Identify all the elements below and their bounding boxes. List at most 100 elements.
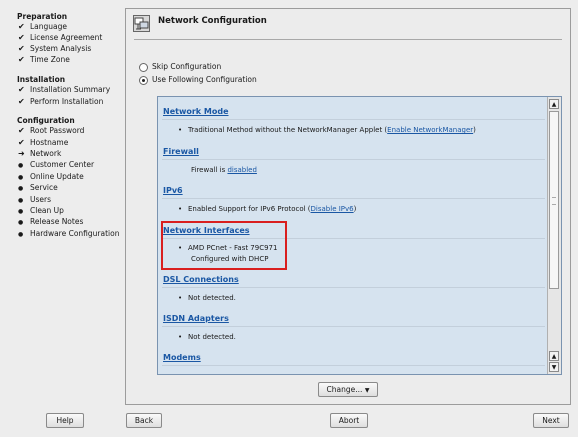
step-label: Release Notes — [30, 217, 84, 226]
use-following-configuration-label: Use Following Configuration — [152, 75, 257, 84]
scroll-down-icon[interactable]: ▼ — [549, 362, 559, 372]
step-label: Hostname — [30, 138, 69, 147]
step-perform-installation: ✔ Perform Installation — [18, 96, 103, 107]
scroll-up-icon[interactable]: ▲ — [549, 351, 559, 361]
back-button[interactable]: Back — [126, 413, 162, 428]
step-hardware-configuration: ● Hardware Configuration — [18, 228, 119, 239]
bullet-icon: ● — [18, 231, 24, 238]
step-label: Installation Summary — [30, 85, 111, 94]
step-label: Network — [30, 149, 62, 158]
paren-close: ) — [473, 126, 476, 134]
network-mode-heading[interactable]: Network Mode — [163, 107, 229, 116]
ipv6-item: • Enabled Support for IPv6 Protocol (Disa… — [178, 205, 356, 213]
radio-unselected-icon[interactable] — [139, 62, 148, 72]
step-customer-center: ● Customer Center — [18, 159, 94, 170]
enable-networkmanager-link[interactable]: Enable NetworkManager — [387, 126, 473, 134]
step-label: Online Update — [30, 172, 84, 181]
section-title-preparation: Preparation — [17, 12, 68, 21]
network-config-icon — [133, 15, 150, 32]
installation-steps-sidebar: Preparation ✔ Language ✔ License Agreement… — [0, 0, 122, 437]
step-label: Customer Center — [30, 160, 95, 169]
bullet-icon: • — [178, 333, 183, 341]
bullet-icon: • — [178, 126, 183, 134]
network-mode-text: Traditional Method without the NetworkMa… — [188, 126, 388, 134]
step-time-zone: ✔ Time Zone — [18, 54, 70, 65]
step-online-update: ● Online Update — [18, 171, 84, 182]
step-license-agreement: ✔ License Agreement — [18, 32, 102, 43]
step-label: Root Password — [30, 126, 85, 135]
check-icon: ✔ — [18, 126, 25, 135]
radio-selected-icon[interactable] — [139, 75, 148, 85]
step-users: ● Users — [18, 194, 51, 205]
step-installation-summary: ✔ Installation Summary — [18, 84, 110, 95]
section-divider — [162, 198, 545, 199]
step-hostname: ✔ Hostname — [18, 137, 68, 148]
section-divider — [162, 326, 545, 327]
dropdown-arrow-icon: ▼ — [364, 387, 370, 394]
change-button[interactable]: Change... ▼ — [318, 382, 378, 397]
bullet-icon: ● — [18, 185, 24, 192]
next-button[interactable]: Next — [533, 413, 569, 428]
step-label: Users — [30, 195, 52, 204]
scrollbar-thumb[interactable] — [549, 111, 559, 289]
page-title: Network Configuration — [158, 16, 267, 26]
header-divider — [134, 39, 562, 40]
check-icon: ✔ — [18, 44, 25, 53]
isdn-status: Not detected. — [188, 333, 236, 341]
skip-configuration-radio[interactable]: Skip Configuration — [139, 61, 221, 73]
paren-close: ) — [353, 205, 357, 213]
step-network: ➜ Network — [18, 148, 61, 159]
modems-heading[interactable]: Modems — [163, 353, 201, 362]
step-label: System Analysis — [30, 44, 92, 53]
bullet-icon: • — [178, 294, 183, 302]
skip-configuration-label: Skip Configuration — [152, 62, 222, 71]
step-label: Perform Installation — [30, 97, 104, 106]
disable-ipv6-link[interactable]: Disable IPv6 — [311, 205, 354, 213]
section-divider — [162, 287, 545, 288]
check-icon: ✔ — [18, 85, 25, 94]
step-language: ✔ Language — [18, 21, 67, 32]
check-icon: ✔ — [18, 22, 25, 31]
bullet-icon: • — [178, 205, 183, 213]
firewall-disabled-link[interactable]: disabled — [227, 166, 256, 174]
dsl-item: • Not detected. — [178, 294, 236, 302]
section-title-installation: Installation — [17, 75, 66, 84]
scroll-grip — [552, 197, 556, 205]
step-label: Time Zone — [30, 55, 70, 64]
firewall-status: Firewall is disabled — [191, 166, 257, 174]
firewall-heading[interactable]: Firewall — [163, 147, 199, 156]
step-system-analysis: ✔ System Analysis — [18, 43, 91, 54]
step-clean-up: ● Clean Up — [18, 205, 64, 216]
section-divider — [162, 365, 545, 366]
dsl-connections-heading[interactable]: DSL Connections — [163, 275, 239, 284]
step-label: Clean Up — [30, 206, 64, 215]
step-label: License Agreement — [30, 33, 103, 42]
firewall-text: Firewall is — [191, 166, 228, 174]
use-following-configuration-radio[interactable]: Use Following Configuration — [139, 74, 257, 86]
check-icon: ✔ — [18, 33, 25, 42]
step-release-notes: ● Release Notes — [18, 216, 83, 227]
section-title-configuration: Configuration — [17, 116, 75, 125]
section-divider — [162, 159, 545, 160]
step-label: Language — [30, 22, 68, 31]
check-icon: ✔ — [18, 97, 25, 106]
ipv6-text: Enabled Support for IPv6 Protocol ( — [188, 205, 311, 213]
summary-scrollbar[interactable]: ▲ ▲ ▼ — [547, 97, 561, 374]
step-service: ● Service — [18, 182, 58, 193]
isdn-adapters-heading[interactable]: ISDN Adapters — [163, 314, 229, 323]
step-root-password: ✔ Root Password — [18, 125, 84, 136]
bullet-icon: ● — [18, 219, 24, 226]
check-icon: ✔ — [18, 138, 25, 147]
bullet-icon: ● — [18, 162, 24, 169]
help-button[interactable]: Help — [46, 413, 84, 428]
dsl-status: Not detected. — [188, 294, 236, 302]
scroll-up-icon[interactable]: ▲ — [549, 99, 559, 109]
change-button-label: Change... — [326, 385, 363, 394]
isdn-item: • Not detected. — [178, 333, 236, 341]
check-icon: ✔ — [18, 55, 25, 64]
ipv6-heading[interactable]: IPv6 — [163, 186, 183, 195]
step-label: Service — [30, 183, 58, 192]
interfaces-highlight-box — [161, 221, 287, 270]
arrow-right-icon: ➜ — [18, 149, 25, 158]
abort-button[interactable]: Abort — [330, 413, 368, 428]
